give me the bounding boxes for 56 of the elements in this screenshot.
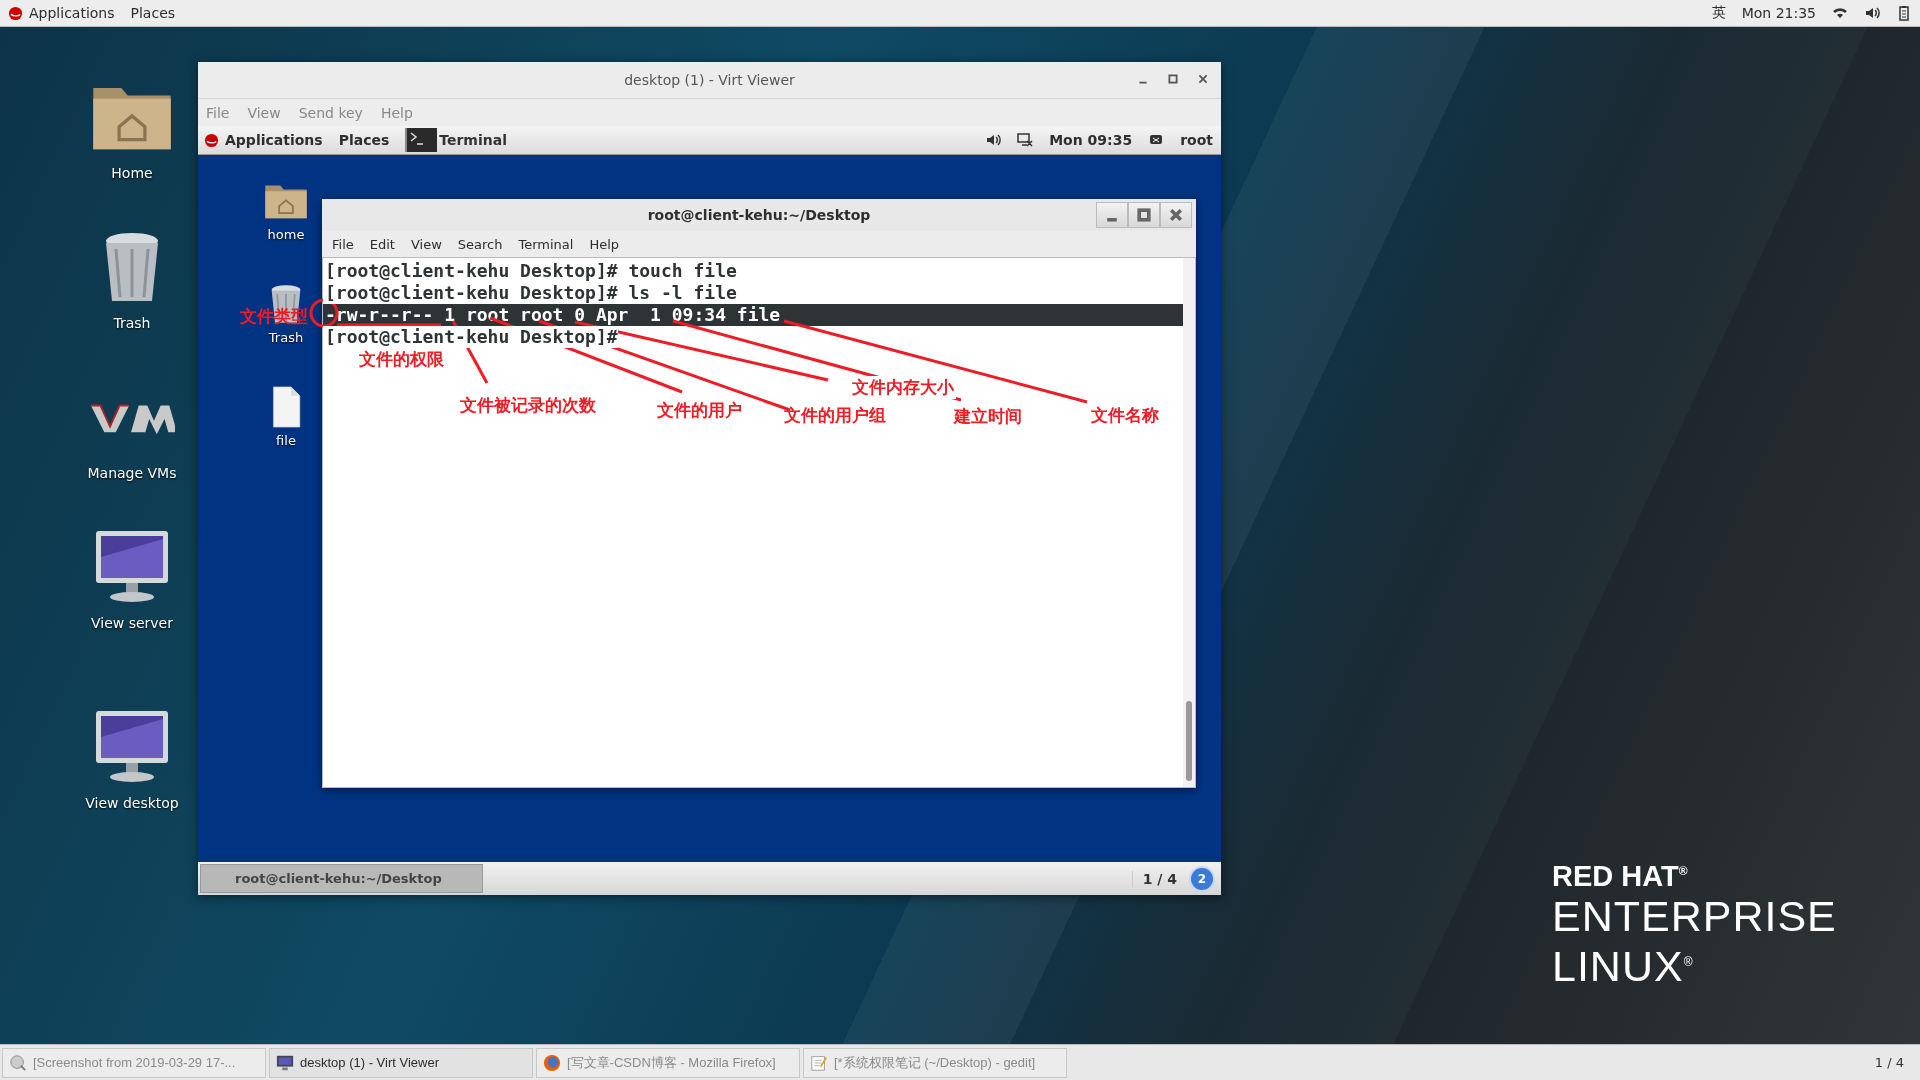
scrollbar[interactable]	[1183, 258, 1195, 787]
annotation-label: 文件名称	[1091, 405, 1159, 427]
battery-icon[interactable]	[1896, 5, 1912, 21]
monitor-icon	[276, 1053, 294, 1072]
menu-item[interactable]: File	[332, 236, 354, 252]
maximize-button[interactable]	[1128, 202, 1160, 228]
clock[interactable]: Mon 21:35	[1741, 5, 1816, 21]
desktop-icon-label[interactable]: Trash	[268, 330, 304, 345]
minimize-button[interactable]	[1096, 202, 1128, 228]
text-editor-icon	[810, 1053, 828, 1072]
browser-icon	[543, 1053, 561, 1072]
desktop-icon-label[interactable]: file	[276, 433, 296, 448]
clock[interactable]: Mon 09:35	[1049, 132, 1133, 148]
user-menu[interactable]: root	[1180, 132, 1213, 148]
terminal-icon	[407, 128, 438, 152]
menu-item[interactable]: Terminal	[518, 236, 574, 252]
hat-logo-icon	[8, 5, 23, 21]
maximize-button[interactable]	[1167, 73, 1179, 85]
notification-badge[interactable]: 2	[1189, 865, 1215, 892]
annotation-label: 文件被记录的次数	[460, 395, 596, 417]
image-viewer-icon	[9, 1053, 27, 1072]
menu-item[interactable]: Help	[589, 236, 620, 252]
menu-item[interactable]: Places	[130, 5, 176, 21]
annotation-label: 文件的权限	[359, 349, 444, 371]
menu-item[interactable]: Applications	[29, 5, 115, 21]
taskbar-button[interactable]: desktop (1) - Virt Viewer	[269, 1047, 533, 1078]
desktop-icon-label[interactable]: Home	[111, 165, 153, 181]
desktop-icon-label[interactable]: home	[267, 227, 305, 242]
workspace-switcher[interactable]: 1 / 4	[1131, 870, 1177, 887]
annotation-label: 文件内存大小	[850, 376, 956, 399]
desktop-icon-label[interactable]: Manage VMs	[87, 465, 177, 481]
annotation-label: 建立时间	[954, 406, 1022, 428]
taskbar-button[interactable]: Terminal	[405, 128, 507, 152]
annotation-label: 文件的用户	[657, 400, 742, 422]
desktop-icon-label[interactable]: Trash	[113, 315, 151, 331]
hat-logo-icon	[204, 132, 219, 148]
workspace-indicator[interactable]: 1 / 4	[1874, 1055, 1918, 1070]
wifi-icon[interactable]	[1832, 5, 1848, 21]
menu-item[interactable]: View	[410, 236, 442, 252]
desktop-icon-label[interactable]: View server	[91, 615, 173, 631]
desktop-icon-label[interactable]: View desktop	[85, 795, 179, 811]
window-title: root@client-kehu:~/Desktop	[647, 207, 871, 223]
close-button[interactable]	[1197, 73, 1209, 85]
menu-item[interactable]: Applications	[225, 132, 323, 148]
close-button[interactable]	[1160, 202, 1192, 228]
volume-icon[interactable]	[985, 132, 1002, 148]
network-icon[interactable]	[1017, 132, 1034, 148]
volume-icon[interactable]	[1864, 5, 1880, 21]
annotation-label: 文件的用户组	[784, 405, 886, 427]
taskbar-button[interactable]: root@client-kehu:~/Desktop	[200, 864, 483, 893]
menu-item[interactable]: Places	[338, 132, 390, 148]
window-title: desktop (1) - Virt Viewer	[624, 72, 795, 88]
menu-item[interactable]: Search	[457, 236, 503, 252]
input-method-indicator[interactable]: 英	[1711, 4, 1726, 22]
enterprise-linux-logo: RED HAT$^{®}$ ENTERPRISE LINUX$^{®}$	[1552, 860, 1837, 990]
menu-item[interactable]: Edit	[369, 236, 395, 252]
